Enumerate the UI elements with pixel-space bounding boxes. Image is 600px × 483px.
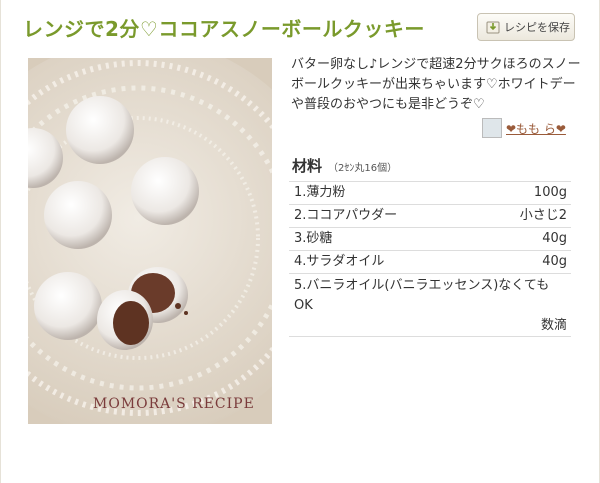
recipe-description: バター卵なし♪レンジで超速2分サクほろのスノーボールクッキーが出来ちゃいます♡ホ… [291, 57, 581, 112]
ingredient-amount: 40g [542, 231, 567, 246]
ingredient-amount: 100g [533, 185, 567, 200]
ingredient-row: 2.ココアパウダー 小さじ2 [289, 205, 571, 228]
author-name[interactable]: ❤もも ら❤ [506, 120, 566, 137]
ingredient-row: 5.バニラオイル(バニラエッセンス)なくてもOK 数滴 [289, 274, 571, 337]
recipe-page: レンジで2分♡ココアスノーボールクッキー レシピを保存 MOMORA'S REC… [0, 0, 600, 483]
save-recipe-icon [486, 21, 500, 34]
ingredient-row: 3.砂糖 40g [289, 228, 571, 251]
save-recipe-label: レシピを保存 [504, 21, 570, 34]
ingredient-amount: 40g [542, 254, 567, 269]
ingredients-serving: （2ｾﾝ丸16個） [328, 163, 398, 174]
ingredient-amount: 小さじ2 [519, 208, 567, 223]
ingredients-list: 1.薄力粉 100g 2.ココアパウダー 小さじ2 3.砂糖 40g 4.サラダ… [289, 181, 571, 337]
ingredient-name: 1.薄力粉 [294, 185, 346, 200]
ingredient-row: 4.サラダオイル 40g [289, 251, 571, 274]
photo-caption: MOMORA'S RECIPE [93, 396, 255, 412]
ingredient-name: 2.ココアパウダー [294, 208, 398, 223]
ingredient-amount: 数滴 [540, 318, 567, 333]
recipe-photo[interactable]: MOMORA'S RECIPE [28, 58, 272, 424]
ingredient-name: 5.バニラオイル(バニラエッセンス)なくてもOK [294, 278, 550, 313]
author-link[interactable]: ❤もも ら❤ [482, 118, 566, 138]
ingredient-name: 4.サラダオイル [294, 254, 385, 269]
ingredient-name: 3.砂糖 [294, 231, 333, 246]
recipe-title: レンジで2分♡ココアスノーボールクッキー [23, 17, 425, 41]
ingredient-row: 1.薄力粉 100g [289, 182, 571, 205]
recipe-photo-image [28, 58, 272, 424]
save-recipe-button[interactable]: レシピを保存 [477, 13, 575, 41]
ingredients-header: 材料 （2ｾﾝ丸16個） [292, 155, 397, 176]
ingredients-title: 材料 [292, 157, 323, 175]
author-avatar [482, 118, 502, 138]
